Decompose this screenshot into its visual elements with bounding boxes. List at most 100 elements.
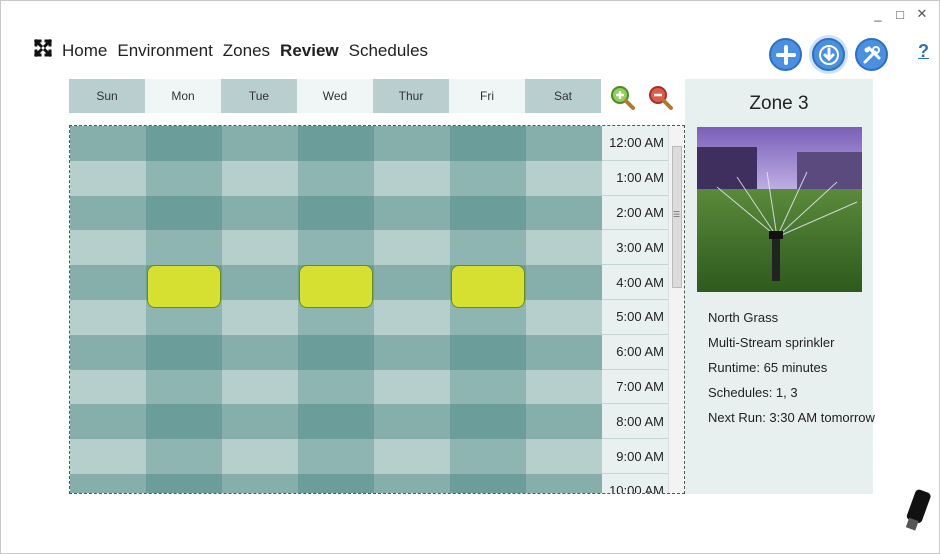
time-slot[interactable] [526,230,602,266]
schedule-block[interactable] [147,265,221,308]
time-slot[interactable] [70,404,146,440]
time-slot[interactable] [298,160,374,196]
schedule-block[interactable] [451,265,525,308]
day-column[interactable] [146,126,222,493]
zoom-in-icon[interactable] [610,85,636,111]
time-slot[interactable] [450,126,526,161]
day-column[interactable] [374,126,450,493]
time-slot[interactable] [222,439,298,474]
time-slot[interactable] [450,160,526,196]
time-slot[interactable] [70,230,146,266]
time-slot[interactable] [222,369,298,405]
time-slot[interactable] [222,126,298,161]
time-slot[interactable] [146,230,222,266]
time-slot[interactable] [526,334,602,370]
nav-schedules[interactable]: Schedules [349,41,428,61]
minimize-button[interactable]: _ [871,7,885,22]
day-header-wed: Wed [297,79,373,113]
time-slot[interactable] [526,160,602,196]
time-slot[interactable] [374,230,450,266]
time-slot[interactable] [70,299,146,335]
help-link[interactable]: ? [918,41,929,62]
nav-environment[interactable]: Environment [117,41,212,61]
time-slot[interactable] [374,299,450,335]
time-slot[interactable] [70,473,146,493]
time-slot[interactable] [222,160,298,196]
time-slot[interactable] [374,439,450,474]
time-slot[interactable] [526,195,602,231]
time-slot[interactable] [298,195,374,231]
day-column[interactable] [298,126,374,493]
day-column[interactable] [70,126,146,493]
time-slot[interactable] [70,369,146,405]
time-slot[interactable] [146,334,222,370]
time-slot[interactable] [450,230,526,266]
time-slot[interactable] [526,265,602,300]
time-slot[interactable] [298,473,374,493]
schedule-grid[interactable]: 12:00 AM 1:00 AM 2:00 AM 3:00 AM 4:00 AM 5:00… [69,125,685,494]
time-slot[interactable] [222,334,298,370]
time-slot[interactable] [146,369,222,405]
add-button[interactable] [769,38,802,71]
time-slot[interactable] [450,334,526,370]
time-slot[interactable] [298,334,374,370]
nav-home[interactable]: Home [62,41,107,61]
time-slot[interactable] [222,299,298,335]
close-button[interactable]: ✕ [915,6,929,21]
time-slot[interactable] [374,369,450,405]
time-slot[interactable] [70,265,146,300]
time-slot[interactable] [450,473,526,493]
time-slot[interactable] [146,160,222,196]
time-slot[interactable] [222,265,298,300]
time-slot[interactable] [146,126,222,161]
time-slot[interactable] [222,195,298,231]
time-slot[interactable] [450,195,526,231]
time-slot[interactable] [526,439,602,474]
time-slot[interactable] [526,404,602,440]
time-slot[interactable] [526,369,602,405]
tools-button[interactable] [855,38,888,71]
time-slot[interactable] [374,160,450,196]
time-slot[interactable] [450,369,526,405]
time-slot[interactable] [450,404,526,440]
time-slot[interactable] [374,195,450,231]
time-slot[interactable] [222,473,298,493]
time-slot[interactable] [526,126,602,161]
nav-zones[interactable]: Zones [223,41,270,61]
time-slot[interactable] [298,369,374,405]
add-icon [775,44,796,65]
time-slot[interactable] [450,439,526,474]
time-slot[interactable] [222,230,298,266]
time-slot[interactable] [146,404,222,440]
time-slot[interactable] [70,126,146,161]
time-slot[interactable] [374,473,450,493]
zoom-out-icon[interactable] [648,85,674,111]
vertical-scrollbar[interactable]: ☰ [668,126,684,493]
schedule-block[interactable] [299,265,373,308]
nav-review[interactable]: Review [280,41,339,61]
maximize-button[interactable]: □ [893,7,907,22]
day-column[interactable] [222,126,298,493]
time-slot[interactable] [70,195,146,231]
day-column[interactable] [450,126,526,493]
time-slot[interactable] [526,473,602,493]
time-slot[interactable] [298,126,374,161]
time-slot[interactable] [222,404,298,440]
download-button[interactable] [812,38,845,71]
time-slot[interactable] [70,439,146,474]
time-slot[interactable] [526,299,602,335]
time-slot[interactable] [374,265,450,300]
time-slot[interactable] [298,404,374,440]
time-slot[interactable] [70,334,146,370]
time-slot[interactable] [298,439,374,474]
time-slot[interactable] [374,334,450,370]
time-slot[interactable] [374,404,450,440]
time-slot[interactable] [374,126,450,161]
time-slot[interactable] [70,160,146,196]
time-slot[interactable] [146,439,222,474]
time-slot[interactable] [146,473,222,493]
day-column[interactable] [526,126,602,493]
fullscreen-icon[interactable] [33,38,53,62]
time-slot[interactable] [146,195,222,231]
time-slot[interactable] [298,230,374,266]
